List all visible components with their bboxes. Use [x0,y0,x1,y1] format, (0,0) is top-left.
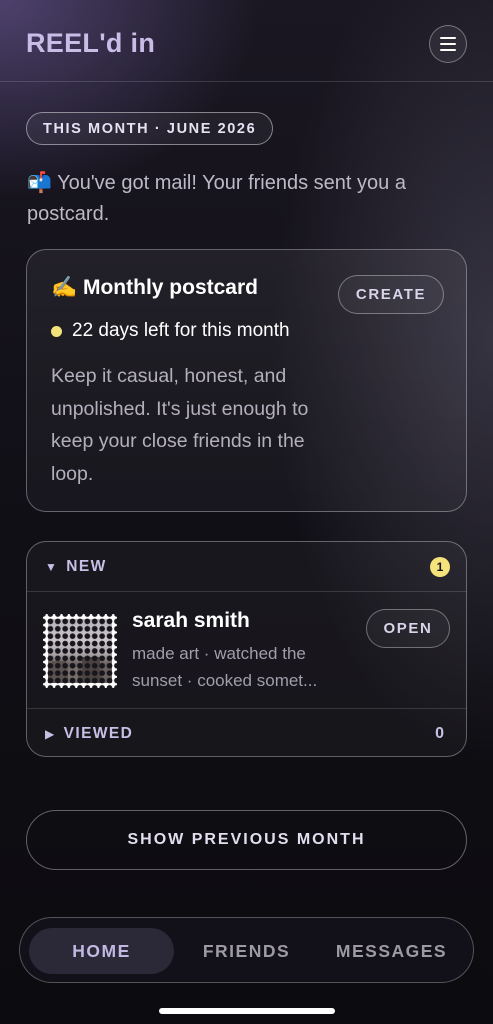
new-section-label: NEW [66,557,107,575]
viewed-section-header[interactable]: ▶ VIEWED 0 [27,708,466,756]
open-button[interactable]: OPEN [366,609,450,648]
hamburger-menu-icon [440,37,456,39]
postcard-summary: made art · watched the sunset · cooked s… [132,644,318,690]
app-title: REEL'd in [26,28,156,58]
city-photo-image [48,619,112,683]
tab-messages[interactable]: MESSAGES [319,928,464,974]
app-screen: REEL'd in THIS MONTH · JUNE 2026 📬 You'v… [0,0,493,1024]
bottom-nav: HOME FRIENDS MESSAGES [19,917,474,983]
new-section-header[interactable]: ▼ NEW 1 [27,542,466,592]
postcard-stamp-thumbnail[interactable] [43,614,117,688]
menu-button[interactable] [429,25,467,63]
app-header: REEL'd in [0,0,493,82]
mail-message: 📬 You've got mail! Your friends sent you… [27,172,406,225]
new-count-badge: 1 [430,557,450,577]
viewed-section-label: VIEWED [63,724,134,742]
tab-friends[interactable]: FRIENDS [174,928,319,974]
create-button[interactable]: CREATE [338,275,444,314]
hamburger-menu-icon-line [440,49,456,51]
postcard-inbox-card: ▼ NEW 1 sarah smith made art · watched t… [26,541,467,757]
monthly-postcard-card: ✍️ Monthly postcard CREATE 22 days left … [26,249,467,512]
home-indicator[interactable] [159,1008,335,1014]
tab-home[interactable]: HOME [29,928,174,974]
postcard-description: Keep it casual, honest, and unpolished. … [51,365,309,485]
viewed-count: 0 [435,725,444,742]
show-previous-month-button[interactable]: SHOW PREVIOUS MONTH [26,810,467,870]
month-pill: THIS MONTH · JUNE 2026 [26,112,274,145]
days-left-text: 22 days left for this month [72,320,290,341]
triangle-right-icon: ▶ [45,726,56,741]
hamburger-menu-icon-line [440,43,456,45]
postcard-title: ✍️ Monthly postcard [51,276,258,299]
friend-name: sarah smith [132,609,250,632]
triangle-down-icon: ▼ [45,559,59,574]
status-dot-icon [51,325,62,337]
days-left-row: 22 days left for this month [51,320,290,342]
